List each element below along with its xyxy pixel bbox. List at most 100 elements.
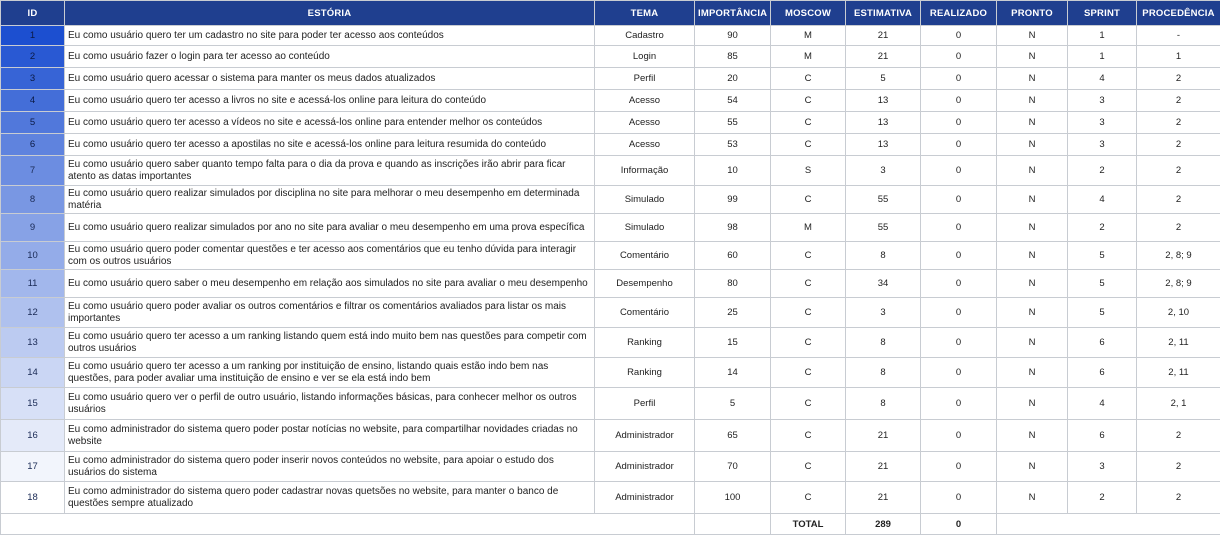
cell-pronto[interactable]: N [996, 67, 1068, 90]
cell-importancia[interactable]: 20 [694, 67, 771, 90]
cell-estimativa[interactable]: 34 [845, 269, 921, 298]
cell-procedencia[interactable]: 2 [1136, 451, 1220, 482]
cell-sprint[interactable]: 6 [1067, 419, 1137, 452]
cell-importancia[interactable]: 65 [694, 419, 771, 452]
cell-story[interactable]: Eu como usuário quero realizar simulados… [64, 213, 595, 242]
cell-importancia[interactable]: 60 [694, 241, 771, 270]
cell-sprint[interactable]: 4 [1067, 185, 1137, 214]
cell-id[interactable]: 4 [0, 89, 65, 112]
cell-procedencia[interactable]: - [1136, 25, 1220, 46]
cell-id[interactable]: 1 [0, 25, 65, 46]
cell-moscow[interactable]: M [770, 45, 846, 68]
cell-importancia[interactable]: 90 [694, 25, 771, 46]
cell-pronto[interactable]: N [996, 357, 1068, 388]
cell-importancia[interactable]: 70 [694, 451, 771, 482]
cell-importancia[interactable]: 5 [694, 387, 771, 420]
cell-importancia[interactable]: 55 [694, 111, 771, 134]
cell-importancia[interactable]: 85 [694, 45, 771, 68]
cell-story[interactable]: Eu como usuário quero ter um cadastro no… [64, 25, 595, 46]
cell-id[interactable]: 7 [0, 155, 65, 186]
cell-realizado[interactable]: 0 [920, 67, 997, 90]
cell-importancia[interactable]: 99 [694, 185, 771, 214]
cell-tema[interactable]: Perfil [594, 387, 695, 420]
cell-pronto[interactable]: N [996, 327, 1068, 358]
cell-id[interactable]: 13 [0, 327, 65, 358]
cell-importancia[interactable]: 53 [694, 133, 771, 156]
cell-moscow[interactable]: C [770, 481, 846, 514]
cell-procedencia[interactable]: 2, 10 [1136, 297, 1220, 328]
header-sprint[interactable]: SPRINT [1067, 0, 1137, 26]
cell-sprint[interactable]: 5 [1067, 297, 1137, 328]
cell-pronto[interactable]: N [996, 297, 1068, 328]
cell-realizado[interactable]: 0 [920, 357, 997, 388]
cell-sprint[interactable]: 3 [1067, 89, 1137, 112]
cell-pronto[interactable]: N [996, 481, 1068, 514]
cell-moscow[interactable]: S [770, 155, 846, 186]
cell-id[interactable]: 8 [0, 185, 65, 214]
cell-id[interactable]: 3 [0, 67, 65, 90]
cell-tema[interactable]: Ranking [594, 327, 695, 358]
cell-moscow[interactable]: C [770, 387, 846, 420]
cell-pronto[interactable]: N [996, 45, 1068, 68]
cell-id[interactable]: 6 [0, 133, 65, 156]
cell-id[interactable]: 11 [0, 269, 65, 298]
cell-story[interactable]: Eu como usuário quero ver o perfil de ou… [64, 387, 595, 420]
cell-id[interactable]: 15 [0, 387, 65, 420]
cell-pronto[interactable]: N [996, 155, 1068, 186]
cell-sprint[interactable]: 2 [1067, 213, 1137, 242]
cell-moscow[interactable]: C [770, 133, 846, 156]
cell-id[interactable]: 12 [0, 297, 65, 328]
cell-tema[interactable]: Administrador [594, 451, 695, 482]
cell-sprint[interactable]: 5 [1067, 241, 1137, 270]
cell-importancia[interactable]: 100 [694, 481, 771, 514]
cell-realizado[interactable]: 0 [920, 419, 997, 452]
cell-estimativa[interactable]: 8 [845, 241, 921, 270]
cell-estimativa[interactable]: 8 [845, 357, 921, 388]
cell-estimativa[interactable]: 8 [845, 327, 921, 358]
cell-story[interactable]: Eu como usuário quero ter acesso a um ra… [64, 357, 595, 388]
cell-sprint[interactable]: 3 [1067, 133, 1137, 156]
cell-pronto[interactable]: N [996, 25, 1068, 46]
header-importancia[interactable]: IMPORTÂNCIA [694, 0, 771, 26]
cell-story[interactable]: Eu como usuário quero ter acesso a apost… [64, 133, 595, 156]
cell-story[interactable]: Eu como usuário quero saber quanto tempo… [64, 155, 595, 186]
cell-tema[interactable]: Administrador [594, 481, 695, 514]
cell-tema[interactable]: Acesso [594, 111, 695, 134]
cell-realizado[interactable]: 0 [920, 387, 997, 420]
cell-story[interactable]: Eu como administrador do sistema quero p… [64, 419, 595, 452]
cell-realizado[interactable]: 0 [920, 481, 997, 514]
cell-estimativa[interactable]: 21 [845, 45, 921, 68]
cell-story[interactable]: Eu como usuário fazer o login para ter a… [64, 45, 595, 68]
cell-estimativa[interactable]: 21 [845, 451, 921, 482]
cell-realizado[interactable]: 0 [920, 133, 997, 156]
cell-moscow[interactable]: C [770, 241, 846, 270]
cell-id[interactable]: 17 [0, 451, 65, 482]
cell-realizado[interactable]: 0 [920, 297, 997, 328]
cell-moscow[interactable]: M [770, 213, 846, 242]
cell-story[interactable]: Eu como usuário quero poder avaliar os o… [64, 297, 595, 328]
cell-moscow[interactable]: C [770, 357, 846, 388]
cell-realizado[interactable]: 0 [920, 111, 997, 134]
cell-importancia[interactable]: 14 [694, 357, 771, 388]
cell-tema[interactable]: Administrador [594, 419, 695, 452]
header-estoria[interactable]: ESTÓRIA [64, 0, 595, 26]
cell-tema[interactable]: Login [594, 45, 695, 68]
cell-sprint[interactable]: 5 [1067, 269, 1137, 298]
cell-estimativa[interactable]: 13 [845, 133, 921, 156]
cell-id[interactable]: 9 [0, 213, 65, 242]
cell-realizado[interactable]: 0 [920, 25, 997, 46]
cell-estimativa[interactable]: 21 [845, 25, 921, 46]
header-id[interactable]: ID [0, 0, 65, 26]
cell-procedencia[interactable]: 2, 1 [1136, 387, 1220, 420]
cell-realizado[interactable]: 0 [920, 269, 997, 298]
cell-procedencia[interactable]: 2 [1136, 89, 1220, 112]
cell-realizado[interactable]: 0 [920, 213, 997, 242]
header-procedencia[interactable]: PROCEDÊNCIA [1136, 0, 1220, 26]
cell-tema[interactable]: Simulado [594, 185, 695, 214]
cell-importancia[interactable]: 15 [694, 327, 771, 358]
cell-procedencia[interactable]: 2 [1136, 155, 1220, 186]
cell-estimativa[interactable]: 5 [845, 67, 921, 90]
cell-procedencia[interactable]: 2, 8; 9 [1136, 269, 1220, 298]
cell-procedencia[interactable]: 2 [1136, 213, 1220, 242]
cell-story[interactable]: Eu como usuário quero realizar simulados… [64, 185, 595, 214]
